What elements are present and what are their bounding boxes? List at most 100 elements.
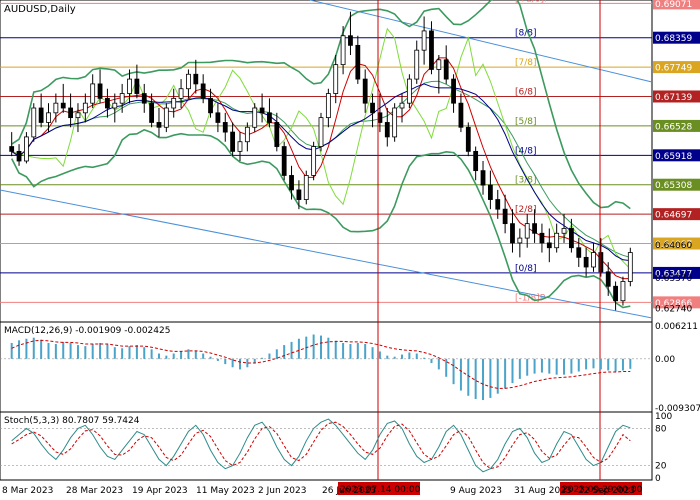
candle-body xyxy=(348,35,353,46)
candle-body xyxy=(9,146,15,152)
macd-tick-label: 0.006211 xyxy=(655,322,698,332)
murrey-label: [2/8] xyxy=(515,205,537,215)
price-badge-label: 0.65308 xyxy=(655,181,692,191)
candle-body xyxy=(237,141,243,152)
candle-body xyxy=(75,112,81,119)
x-tick-label: 26 Jun 2023 xyxy=(322,486,376,496)
candle-body xyxy=(230,131,236,152)
candle-body xyxy=(340,35,346,66)
stoch-tick-label: 100 xyxy=(655,412,672,422)
candle-body xyxy=(38,107,44,123)
candle-body xyxy=(46,112,51,123)
candle-body xyxy=(613,285,618,302)
candle-body xyxy=(591,252,596,268)
candle-body xyxy=(281,146,287,176)
macd-label: MACD(12,26,9) -0.001909 -0.002425 xyxy=(4,326,170,336)
candle-body xyxy=(318,117,324,147)
candle-body xyxy=(16,150,22,162)
candle-body xyxy=(60,102,66,109)
candle-body xyxy=(414,49,420,80)
candle-body xyxy=(539,232,545,244)
candle-body xyxy=(215,112,221,123)
candle-body xyxy=(620,281,626,302)
candle-body xyxy=(458,102,464,128)
x-tick-label: 31 Aug 2023 xyxy=(514,486,572,496)
macd-tick-label: 0.00 xyxy=(655,355,675,365)
candle-body xyxy=(252,107,258,128)
price-badge-label: 0.67749 xyxy=(655,64,692,74)
candle-body xyxy=(583,256,589,268)
candle-body xyxy=(384,122,390,138)
murrey-label: [8/8] xyxy=(515,29,537,39)
main-pane-frame xyxy=(0,0,653,323)
y-tick-label: 0.64060 xyxy=(655,241,692,251)
candle-body xyxy=(127,78,132,94)
candle-body xyxy=(105,97,110,109)
murrey-label: [+1/8]P xyxy=(515,0,550,4)
candle-body xyxy=(333,64,339,94)
candle-body xyxy=(465,126,471,152)
candle-body xyxy=(178,88,184,99)
candle-body xyxy=(510,223,515,244)
x-tick-label: 2 Jun 2023 xyxy=(258,486,306,496)
candle-body xyxy=(370,102,375,114)
price-badge-label: 0.66528 xyxy=(655,122,692,132)
candle-body xyxy=(141,93,147,104)
candle-body xyxy=(569,228,574,249)
candle-body xyxy=(149,102,155,123)
candle-body xyxy=(267,112,272,123)
candle-body xyxy=(554,232,560,249)
candle-body xyxy=(68,107,73,119)
candle-body xyxy=(355,44,361,80)
candle-body xyxy=(296,189,302,200)
price-badge-label: 0.68359 xyxy=(655,34,692,44)
candle-body xyxy=(605,271,611,287)
stoch-label: Stoch(5,3,3) 80.7807 59.7424 xyxy=(4,416,140,426)
candle-body xyxy=(208,97,213,114)
price-badge-label: 0.69071 xyxy=(655,0,692,10)
candle-body xyxy=(193,73,199,85)
candle-body xyxy=(487,184,493,200)
x-tick-label: 8 Mar 2023 xyxy=(2,486,53,496)
candle-body xyxy=(112,102,118,109)
candle-body xyxy=(495,199,501,210)
price-badge-label: 0.64697 xyxy=(655,211,692,221)
candle-body xyxy=(576,247,582,258)
candle-body xyxy=(362,78,368,104)
candle-body xyxy=(473,150,479,172)
stoch-tick-label: 80 xyxy=(655,424,667,434)
candle-body xyxy=(82,102,88,114)
candle-body xyxy=(119,93,125,104)
candle-body xyxy=(134,78,140,94)
candle-body xyxy=(53,102,59,114)
x-tick-label: 28 Mar 2023 xyxy=(66,486,123,496)
murrey-label: [4/8] xyxy=(515,146,537,156)
candle-body xyxy=(524,223,530,239)
candle-body xyxy=(406,78,412,104)
murrey-label: [7/8] xyxy=(515,58,537,68)
candle-body xyxy=(532,223,537,234)
x-tick-label: 22 Sep 2023 xyxy=(578,486,635,496)
candle-body xyxy=(222,122,228,133)
candle-body xyxy=(546,242,552,249)
candle-body xyxy=(517,237,523,244)
candle-body xyxy=(303,175,309,200)
x-tick-label: 11 May 2023 xyxy=(196,486,255,496)
y-tick-label: 0.62740 xyxy=(655,304,692,314)
candle-body xyxy=(171,97,177,109)
candle-body xyxy=(502,208,508,225)
candle-body xyxy=(274,122,280,147)
candle-body xyxy=(163,107,169,128)
candle-body xyxy=(561,228,567,234)
candle-body xyxy=(421,30,427,51)
candle-body xyxy=(156,122,162,128)
x-tick-label: 19 Apr 2023 xyxy=(132,486,188,496)
candle-body xyxy=(377,112,383,123)
candle-body xyxy=(598,252,604,273)
candle-body xyxy=(186,73,191,90)
candle-body xyxy=(289,175,294,191)
candle-body xyxy=(392,107,398,138)
candle-body xyxy=(200,83,206,99)
candle-body xyxy=(429,30,434,70)
candle-body xyxy=(90,83,96,104)
